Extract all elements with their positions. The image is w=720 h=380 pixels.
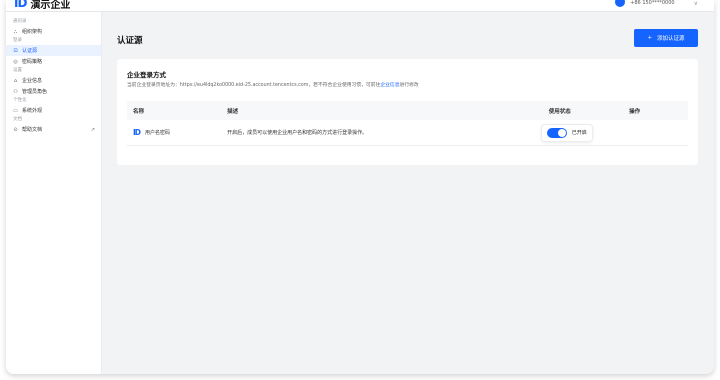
external-link-icon: ↗ [90, 126, 95, 133]
col-name: 名称 [133, 108, 145, 115]
sidebar-section-docs: 文档 [13, 117, 22, 122]
col-actions: 操作 [629, 108, 641, 115]
auth-source-name: 用户名密码 [145, 130, 171, 136]
table-row: ID 用户名密码 开启后，成员可以使用企业用户名和密码的方式进行登录操作。 已开… [127, 120, 688, 146]
sidebar-item-label: 企业信息 [22, 78, 43, 84]
table-header: 名称 描述 使用状态 操作 [127, 101, 688, 120]
logo: ID 演示企业 [14, 0, 70, 11]
user-menu[interactable]: +86 150****0000 ∨ [615, 0, 698, 8]
sidebar-item-label: 密码策略 [22, 59, 43, 65]
status-text: 已开启 [571, 130, 587, 136]
plus-icon: + [647, 35, 653, 41]
sidebar-item-appearance[interactable]: ▭ 系统外观 [6, 105, 101, 116]
status-control: 已开启 [541, 124, 592, 141]
cell-status: 已开启 [541, 124, 629, 141]
login-methods-card: 企业登录方式 当前企业登录页地址为：https://eu4ldq2ko0000.… [117, 59, 698, 165]
logo-icon: ID [14, 0, 27, 10]
key-icon: ◎ [13, 58, 18, 65]
org-name: 演示企业 [30, 0, 71, 11]
sidebar-section-settings: 设置 [13, 68, 22, 73]
org-icon: ⛬ [13, 28, 18, 35]
app-window: ID 演示企业 +86 150****0000 ∨ 通讯录 ⛬ 组织架构 登录 … [6, 0, 714, 374]
sidebar-item-auth-source[interactable]: ⊡ 认证源 [6, 45, 101, 56]
sidebar-item-label: 管理员角色 [22, 89, 48, 95]
sidebar-section-personalize: 个性化 [13, 98, 27, 103]
monitor-icon: ▭ [13, 107, 18, 114]
top-bar: ID 演示企业 +86 150****0000 ∨ [6, 0, 714, 12]
desc-prefix: 当前企业登录页地址为：https://eu4ldq2ko0000.eid-25.… [127, 83, 381, 88]
sidebar-item-password-policy[interactable]: ◎ 密码策略 [6, 56, 101, 67]
col-description: 描述 [227, 108, 239, 115]
chevron-down-icon[interactable]: ∨ [694, 0, 698, 7]
desc-suffix: 进行修改 [399, 83, 419, 88]
card-description: 当前企业登录页地址为：https://eu4ldq2ko0000.eid-25.… [127, 81, 419, 88]
add-auth-source-button[interactable]: + 添加认证源 [634, 29, 698, 47]
add-button-label: 添加认证源 [657, 36, 685, 42]
sidebar-item-label: 系统外观 [22, 108, 43, 114]
sidebar-section-contacts: 通讯录 [13, 19, 27, 24]
page-title: 认证源 [117, 36, 143, 46]
id-logo-icon: ID [133, 128, 141, 137]
user-phone: +86 150****0000 [630, 0, 675, 6]
sidebar-item-help-docs[interactable]: ⊙ 帮助文档 ↗ [6, 124, 101, 135]
avatar[interactable] [615, 0, 626, 7]
main-content: 认证源 + 添加认证源 企业登录方式 当前企业登录页地址为：https://eu… [102, 12, 714, 374]
sidebar-section-login: 登录 [13, 38, 22, 43]
sidebar-item-label: 组织架构 [22, 29, 43, 35]
sidebar-item-label: 认证源 [22, 48, 38, 54]
col-status: 使用状态 [548, 108, 571, 115]
card-title: 企业登录方式 [127, 71, 166, 79]
enable-toggle[interactable] [546, 127, 567, 138]
sidebar-item-label: 帮助文档 [22, 127, 43, 133]
sidebar-item-admin-roles[interactable]: ⚇ 管理员角色 [6, 86, 101, 97]
auth-source-table: 名称 描述 使用状态 操作 ID 用户名密码 开启后，成员可以使用企业用户名和密… [127, 101, 688, 146]
company-info-link[interactable]: 企业信息 [380, 83, 399, 88]
cell-description: 开启后，成员可以使用企业用户名和密码的方式进行登录操作。 [227, 130, 368, 136]
admin-icon: ⚇ [13, 88, 18, 95]
sidebar: 通讯录 ⛬ 组织架构 登录 ⊡ 认证源 ◎ 密码策略 设置 ⌂ 企业信息 ⚇ 管… [6, 12, 102, 374]
cell-name: ID 用户名密码 [127, 128, 227, 137]
help-icon: ⊙ [13, 126, 18, 133]
building-icon: ⌂ [13, 77, 18, 84]
sidebar-item-company-info[interactable]: ⌂ 企业信息 [6, 75, 101, 86]
lock-icon: ⊡ [13, 47, 18, 54]
sidebar-item-org[interactable]: ⛬ 组织架构 [6, 26, 101, 37]
